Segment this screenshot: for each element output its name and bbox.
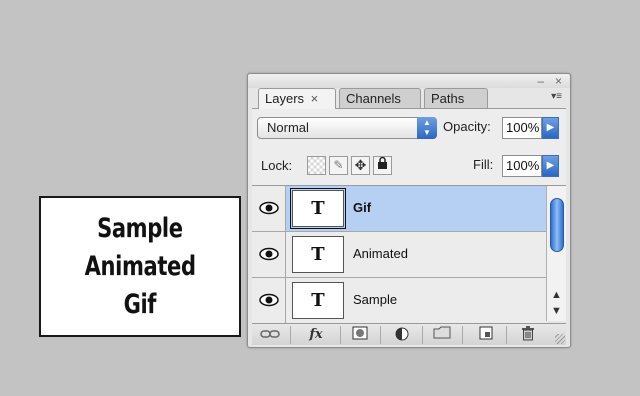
tab-paths[interactable]: Paths [424,88,488,108]
close-icon[interactable]: × [555,74,562,88]
tab-layers-label: Layers [265,91,305,106]
fill-label: Fill: [473,157,494,172]
layer-thumbnail[interactable]: T [292,282,344,319]
sample-line-2: Animated [84,250,196,282]
lock-paint-brush-icon[interactable]: ✎ [329,156,348,175]
toolbar-divider [340,326,341,344]
toolbar-divider [380,326,381,344]
visibility-eye-icon[interactable] [252,186,286,231]
layers-list: T Gif T Animated T Sample ▲ ▼ [252,185,566,324]
tab-channels[interactable]: Channels [339,88,421,108]
blend-mode-value: Normal [267,120,309,135]
lock-transparency-icon[interactable] [307,156,326,175]
toolbar-divider [422,326,423,344]
palette-tabs: Layers × Channels Paths ▾≡ [256,88,562,109]
layers-pane: Normal ▲ ▼ Opacity: 100% ▶ Lock: ✎ ✥ Fill… [252,108,566,324]
toolbar-divider [290,326,291,344]
minimize-icon[interactable]: – [537,74,544,88]
layer-thumbnail[interactable]: T [290,188,346,229]
sample-line-3: Gif [123,288,157,320]
layer-name[interactable]: Animated [353,246,408,261]
lock-row: Lock: ✎ ✥ Fill: 100% ▶ [257,155,563,179]
updown-arrows-icon: ▲ ▼ [417,117,437,139]
lock-all-icon[interactable] [373,156,392,175]
palette-bottom-toolbar: fx [252,323,566,345]
scroll-down-arrow-icon[interactable]: ▼ [551,305,562,317]
fx-icon[interactable]: fx [304,326,328,344]
fill-slider-arrow-icon[interactable]: ▶ [542,155,559,177]
opacity-slider-arrow-icon[interactable]: ▶ [542,117,559,139]
trash-icon[interactable] [516,326,540,344]
tab-paths-label: Paths [431,91,465,106]
panel-menu-icon[interactable]: ▾≡ [551,91,562,103]
folder-icon[interactable] [430,326,454,344]
tab-channels-label: Channels [346,91,401,106]
scroll-up-arrow-icon[interactable]: ▲ [551,289,562,301]
blend-row: Normal ▲ ▼ Opacity: 100% ▶ [257,117,563,141]
palette-titlebar[interactable]: – × [248,74,570,88]
visibility-eye-icon[interactable] [252,278,286,323]
sample-line-1: Sample [97,212,183,244]
lock-label: Lock: [261,158,293,173]
opacity-input[interactable]: 100% [502,117,542,139]
fill-input[interactable]: 100% [502,155,542,177]
mask-icon[interactable] [348,326,372,344]
scrollbar-thumb[interactable] [550,198,564,252]
tab-layers[interactable]: Layers × [258,88,336,109]
tab-close-icon[interactable]: × [311,91,319,106]
blend-mode-select[interactable]: Normal ▲ ▼ [257,117,437,139]
resize-grip-icon[interactable] [555,334,565,344]
layer-row[interactable]: T Gif [252,186,546,232]
sample-text-card: Sample Animated Gif [39,196,241,337]
layer-row[interactable]: T Animated [252,232,546,278]
toolbar-divider [462,326,463,344]
layers-scrollbar[interactable]: ▲ ▼ [546,186,566,321]
layer-row[interactable]: T Sample [252,278,546,324]
visibility-eye-icon[interactable] [252,232,286,277]
new-layer-icon[interactable] [474,326,498,344]
toolbar-divider [506,326,507,344]
adjustment-icon[interactable] [390,326,414,344]
layers-palette: – × Layers × Channels Paths ▾≡ Normal ▲ ▼… [247,73,571,348]
layer-thumbnail[interactable]: T [292,236,344,273]
layer-name[interactable]: Sample [353,292,397,307]
opacity-label: Opacity: [443,119,491,134]
lock-position-move-icon[interactable]: ✥ [351,156,370,175]
layer-name[interactable]: Gif [353,200,371,215]
link-icon[interactable] [258,326,282,344]
